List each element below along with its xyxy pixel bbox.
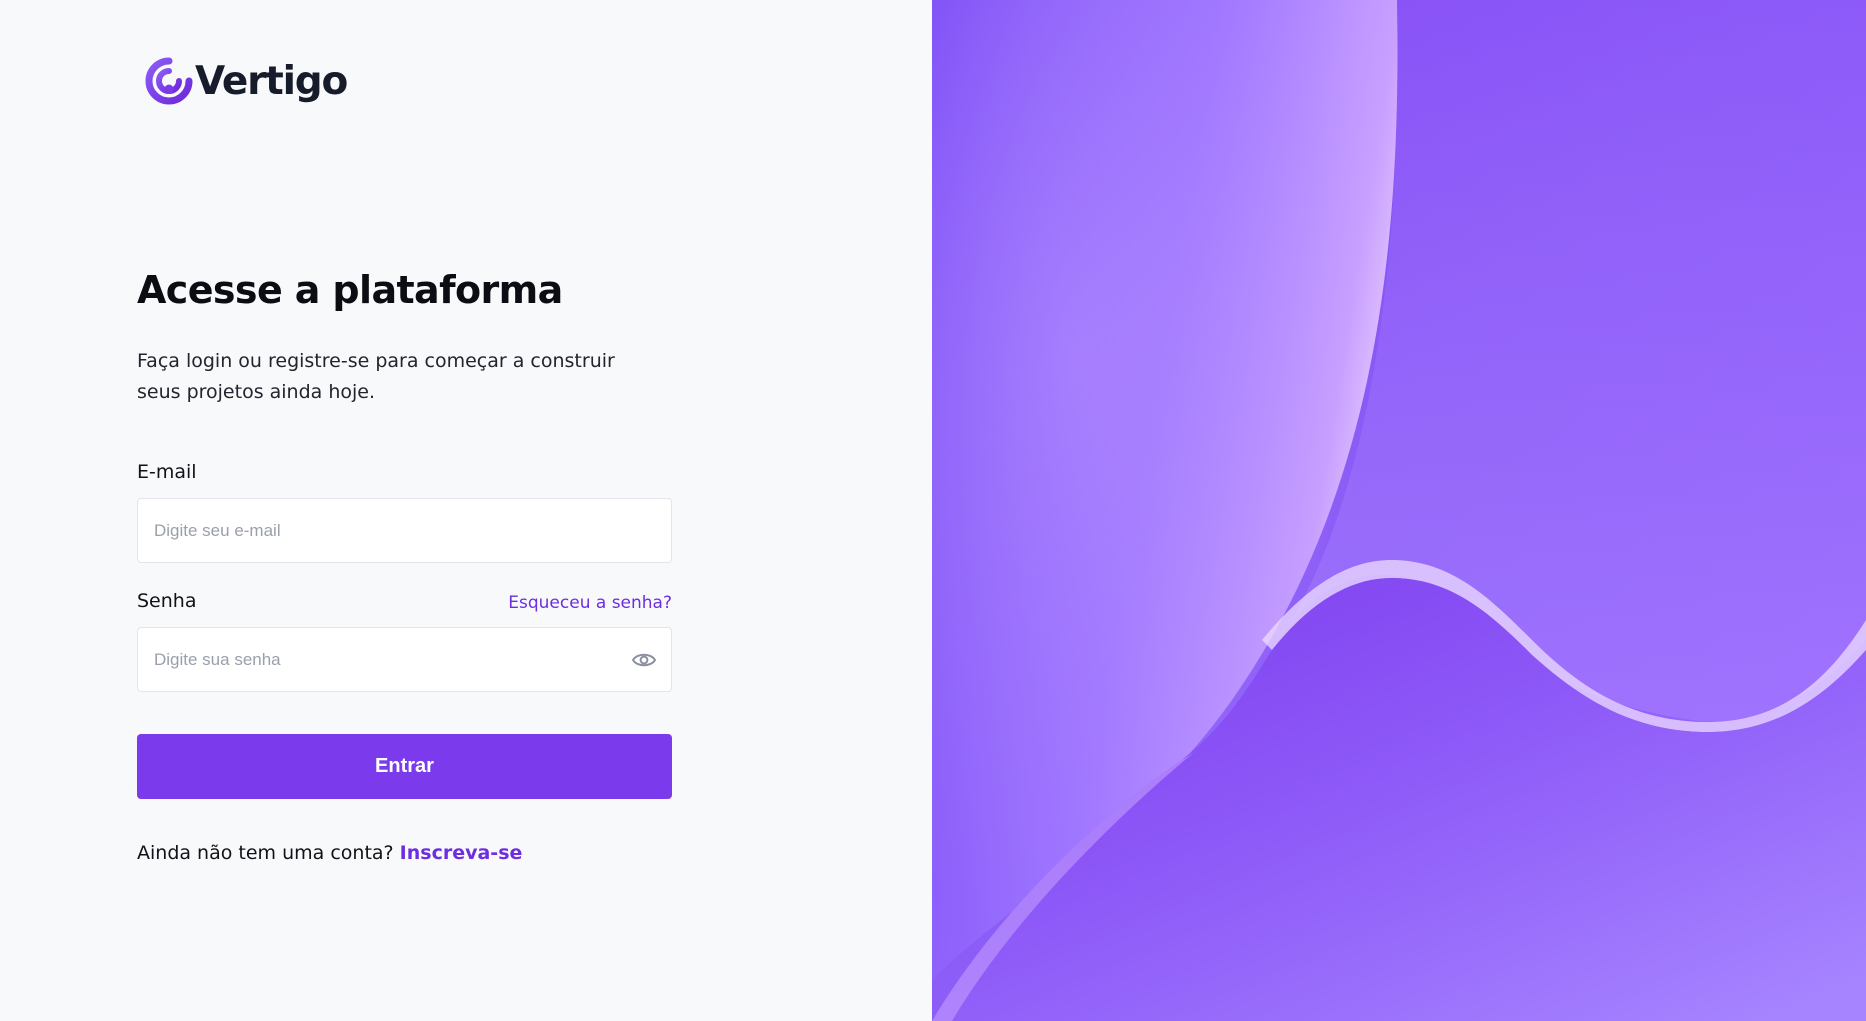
brand-name: Vertigo [195, 58, 348, 104]
abstract-wave-artwork [932, 0, 1866, 1021]
signup-link[interactable]: Inscreva-se [400, 842, 523, 864]
login-submit-button[interactable]: Entrar [137, 734, 672, 799]
eye-icon [632, 653, 656, 667]
forgot-password-link[interactable]: Esqueceu a senha? [508, 593, 672, 613]
password-label: Senha [137, 590, 197, 612]
password-field[interactable] [137, 627, 672, 692]
login-page: Vertigo Acesse a plataforma Faça login o… [0, 0, 1866, 1021]
show-password-toggle[interactable] [631, 648, 657, 672]
password-input[interactable] [138, 628, 671, 691]
decorative-artwork-panel [932, 0, 1866, 1021]
signup-prompt: Ainda não tem uma conta? [137, 842, 394, 864]
email-input[interactable] [138, 499, 671, 562]
login-panel: Vertigo Acesse a plataforma Faça login o… [0, 0, 932, 1021]
brand-logo: Vertigo [145, 55, 348, 107]
page-title: Acesse a plataforma [137, 268, 563, 312]
page-subtitle: Faça login ou registre-se para começar a… [137, 350, 615, 403]
signal-arc-logo-icon [145, 57, 193, 105]
email-field[interactable] [137, 498, 672, 563]
signup-row: Ainda não tem uma conta? Inscreva-se [137, 842, 522, 864]
email-label: E-mail [137, 461, 197, 483]
